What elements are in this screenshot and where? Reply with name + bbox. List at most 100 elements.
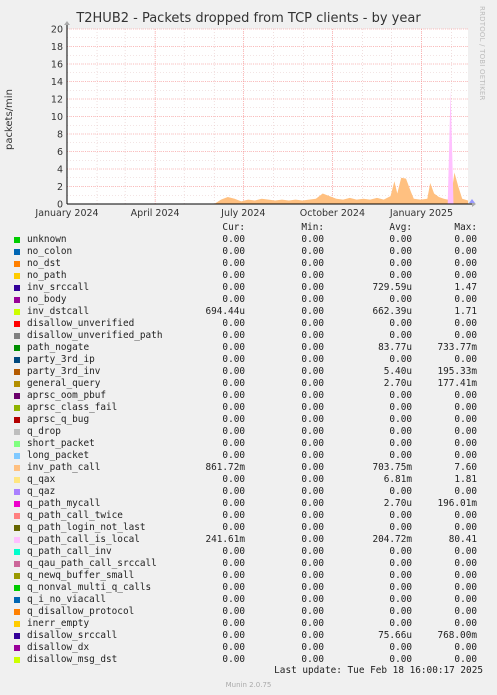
legend-cur: 0.00: [222, 642, 245, 653]
legend-swatch: [14, 657, 20, 663]
x-tick-label: July 2024: [220, 208, 265, 219]
legend-max: 1.47: [454, 282, 477, 293]
legend-swatch: [14, 261, 20, 267]
legend-max: 0.00: [454, 486, 477, 497]
legend-cur: 0.00: [222, 402, 245, 413]
y-tick-label: 10: [51, 112, 63, 123]
legend-max: 0.00: [454, 450, 477, 461]
legend-max: 177.41m: [437, 378, 477, 389]
legend-swatch: [14, 645, 20, 651]
legend-max: 0.00: [454, 606, 477, 617]
plot-area: 02468101214161820 January 2024 April 2024…: [34, 21, 476, 219]
legend-row: q_qau_path_call_srccall 0.00 0.00 0.00 0.00: [14, 558, 484, 570]
legend-cur: 0.00: [222, 282, 245, 293]
legend-cur: 241.61m: [205, 534, 245, 545]
legend-max: 0.00: [454, 246, 477, 257]
munin-graph: T2HUB2 - Packets dropped from TCP client…: [0, 0, 497, 695]
legend-name: q_drop: [27, 426, 61, 437]
legend-max: 0.00: [454, 234, 477, 245]
legend-name: short_packet: [27, 438, 95, 449]
legend-swatch: [14, 441, 20, 447]
legend-min: 0.00: [301, 270, 324, 281]
legend-swatch: [14, 537, 20, 543]
legend-name: q_qaz: [27, 486, 56, 497]
legend-max: 0.00: [454, 270, 477, 281]
legend-name: no_body: [27, 294, 67, 305]
legend-row: q_path_mycall 0.00 0.00 2.70u 196.01m: [14, 498, 484, 510]
legend-cur: 0.00: [222, 414, 245, 425]
legend-swatch: [14, 453, 20, 459]
legend-row: q_path_call_twice 0.00 0.00 0.00 0.00: [14, 510, 484, 522]
y-tick-label: 2: [57, 182, 63, 193]
legend-max: 1.81: [454, 474, 477, 485]
legend-swatch: [14, 285, 20, 291]
legend-max: 768.00m: [437, 630, 477, 641]
legend-min: 0.00: [301, 414, 324, 425]
legend-max: 0.00: [454, 522, 477, 533]
legend-name: disallow_srccall: [27, 630, 118, 641]
legend-name: q_i_no_viacall: [27, 594, 107, 605]
legend-swatch: [14, 501, 20, 507]
legend-cur: 0.00: [222, 246, 245, 257]
legend-row: disallow_unverified 0.00 0.00 0.00 0.00: [14, 318, 484, 330]
legend-cur: 0.00: [222, 450, 245, 461]
legend-row: no_colon 0.00 0.00 0.00 0.00: [14, 246, 484, 258]
legend-cur: 0.00: [222, 606, 245, 617]
legend-cur: 694.44u: [205, 306, 245, 317]
legend-min: 0.00: [301, 510, 324, 521]
legend-min: 0.00: [301, 330, 324, 341]
legend-row: disallow_srccall 0.00 0.00 75.66u 768.00m: [14, 630, 484, 642]
legend-swatch: [14, 513, 20, 519]
legend-swatch: [14, 369, 20, 375]
legend-cur: 0.00: [222, 630, 245, 641]
legend-min: 0.00: [301, 570, 324, 581]
legend-name: q_nonval_multi_q_calls: [27, 582, 152, 593]
legend-name: path_nogate: [27, 342, 90, 353]
legend-max: 0.00: [454, 642, 477, 653]
legend-min: 0.00: [301, 486, 324, 497]
legend-min: 0.00: [301, 522, 324, 533]
legend-cur: 0.00: [222, 486, 245, 497]
legend-row: inv_path_call 861.72m 0.00 703.75m 7.60: [14, 462, 484, 474]
legend-row: general_query 0.00 0.00 2.70u 177.41m: [14, 378, 484, 390]
legend-max: 0.00: [454, 558, 477, 569]
legend-min: 0.00: [301, 426, 324, 437]
legend-name: disallow_dx: [27, 642, 90, 653]
legend-min: 0.00: [301, 546, 324, 557]
legend-row: q_disallow_protocol 0.00 0.00 0.00 0.00: [14, 606, 484, 618]
x-tick-label: January 2025: [389, 208, 453, 219]
legend-swatch: [14, 489, 20, 495]
legend-min: 0.00: [301, 354, 324, 365]
legend-swatch: [14, 357, 20, 363]
legend-name: inv_srccall: [27, 282, 90, 293]
legend-cur: 0.00: [222, 522, 245, 533]
legend-swatch: [14, 621, 20, 627]
legend-row: q_path_call_is_local 241.61m 0.00 204.72m 80…: [14, 534, 484, 546]
legend-min: 0.00: [301, 630, 324, 641]
legend-cur: 0.00: [222, 558, 245, 569]
legend-swatch: [14, 237, 20, 243]
legend-max: 0.00: [454, 570, 477, 581]
legend-swatch: [14, 477, 20, 483]
legend-min: 0.00: [301, 642, 324, 653]
legend-max: 0.00: [454, 546, 477, 557]
grid: [66, 28, 468, 205]
legend-name: inv_dstcall: [27, 306, 90, 317]
last-update: Last update: Tue Feb 18 16:00:17 2025: [274, 665, 483, 676]
legend-row: path_nogate 0.00 0.00 83.77u 733.77m: [14, 342, 484, 354]
legend-row: inerr_empty 0.00 0.00 0.00 0.00: [14, 618, 484, 630]
legend-min: 0.00: [301, 234, 324, 245]
legend-min: 0.00: [301, 462, 324, 473]
legend-min: 0.00: [301, 474, 324, 485]
legend-name: q_path_call_inv: [27, 546, 112, 557]
legend-swatch: [14, 633, 20, 639]
legend-row: q_nonval_multi_q_calls 0.00 0.00 0.00 0.00: [14, 582, 484, 594]
legend-max: 0.00: [454, 438, 477, 449]
legend-row: short_packet 0.00 0.00 0.00 0.00: [14, 438, 484, 450]
legend-min: 0.00: [301, 558, 324, 569]
legend-row: q_newq_buffer_small 0.00 0.00 0.00 0.00: [14, 570, 484, 582]
x-tick-labels: January 2024 April 2024 July 2024 October 2…: [34, 208, 453, 219]
now-marker-icon: [469, 199, 475, 203]
legend-min: 0.00: [301, 594, 324, 605]
legend-cur: 861.72m: [205, 462, 245, 473]
